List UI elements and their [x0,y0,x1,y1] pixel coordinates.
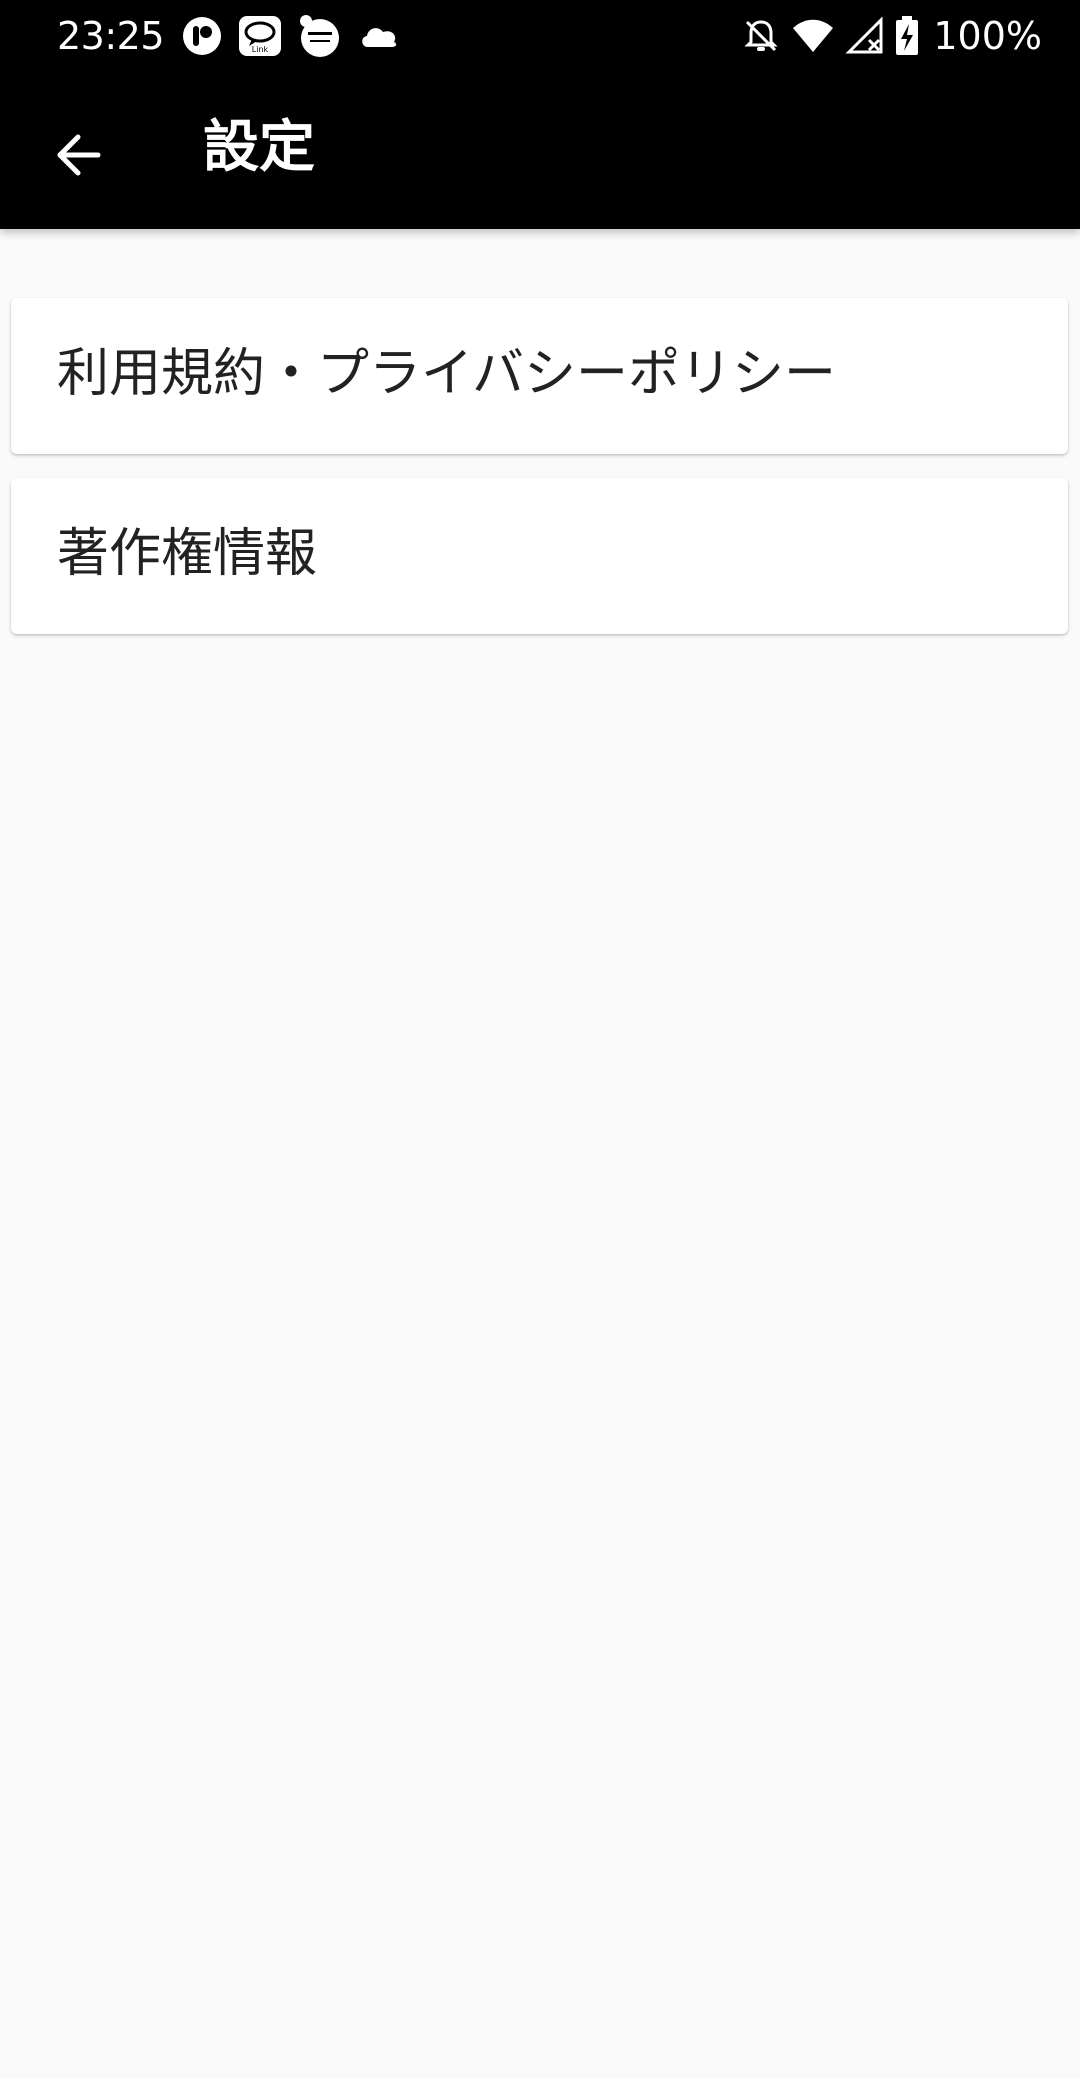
wifi-icon [791,18,835,54]
settings-item-terms-privacy[interactable]: 利用規約・プライバシーポリシー [11,298,1068,454]
back-button[interactable] [37,114,119,196]
settings-item-label: 利用規約・プライバシーポリシー [57,344,836,404]
notifications-off-icon [741,16,781,56]
svg-text:Link: Link [252,45,269,54]
settings-item-label: 著作権情報 [57,524,318,584]
notification-app-icon [182,16,222,56]
status-notification-icons: Link [182,12,400,60]
signal-off-icon [845,16,885,56]
arrow-back-icon [57,134,101,176]
battery-percent: 100% [933,14,1042,58]
page-title: 設定 [203,115,315,180]
battery-charging-icon [895,16,919,56]
app-bar: 設定 [0,72,1080,229]
settings-item-copyright[interactable]: 著作権情報 [11,478,1068,634]
link-app-icon: Link [238,15,282,57]
status-time: 23:25 [57,14,165,58]
status-bar: 23:25 Link 100% [0,0,1080,72]
status-system-icons: 100% [741,12,1042,60]
keitai-app-icon [298,14,342,58]
cloud-icon [358,21,400,51]
